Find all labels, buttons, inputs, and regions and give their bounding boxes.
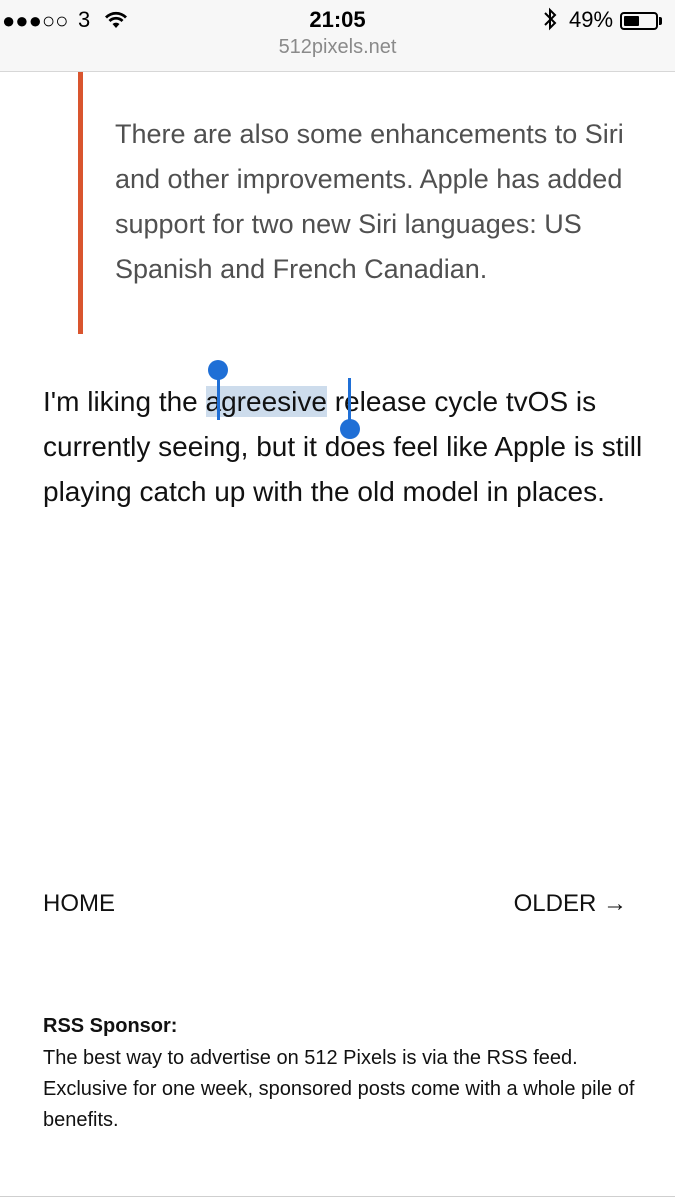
selection-end-caret (348, 378, 351, 422)
selection-start-caret (217, 378, 220, 420)
selected-word[interactable]: agreesive (205, 386, 327, 417)
address-bar-domain[interactable]: 512pixels.net (0, 36, 675, 59)
bluetooth-icon (544, 7, 557, 31)
selection-start-handle[interactable] (208, 360, 228, 380)
sponsor-text: The best way to advertise on 512 Pixels … (43, 1047, 635, 1131)
sponsor-title: RSS Sponsor: (43, 1015, 178, 1037)
battery-fill (624, 16, 639, 26)
blockquote: There are also some enhancements to Siri… (115, 119, 624, 284)
selection-end-handle[interactable] (340, 419, 360, 439)
bottom-divider (0, 1196, 675, 1197)
battery-tip (659, 17, 662, 25)
blockquote-accent-bar (78, 72, 83, 334)
status-row: ●●●○○ 3 21:05 49% (0, 4, 675, 34)
status-bar: ●●●○○ 3 21:05 49% 512pixels.net (0, 0, 675, 72)
battery-icon (620, 12, 658, 30)
home-link[interactable]: HOME (43, 890, 115, 918)
battery-percent: 49% (569, 7, 614, 32)
older-posts-link[interactable]: OLDER → (514, 890, 627, 918)
paragraph-text-before: I'm liking the (43, 386, 206, 417)
article-paragraph: I'm liking the agreesive release cycle t… (43, 379, 643, 514)
